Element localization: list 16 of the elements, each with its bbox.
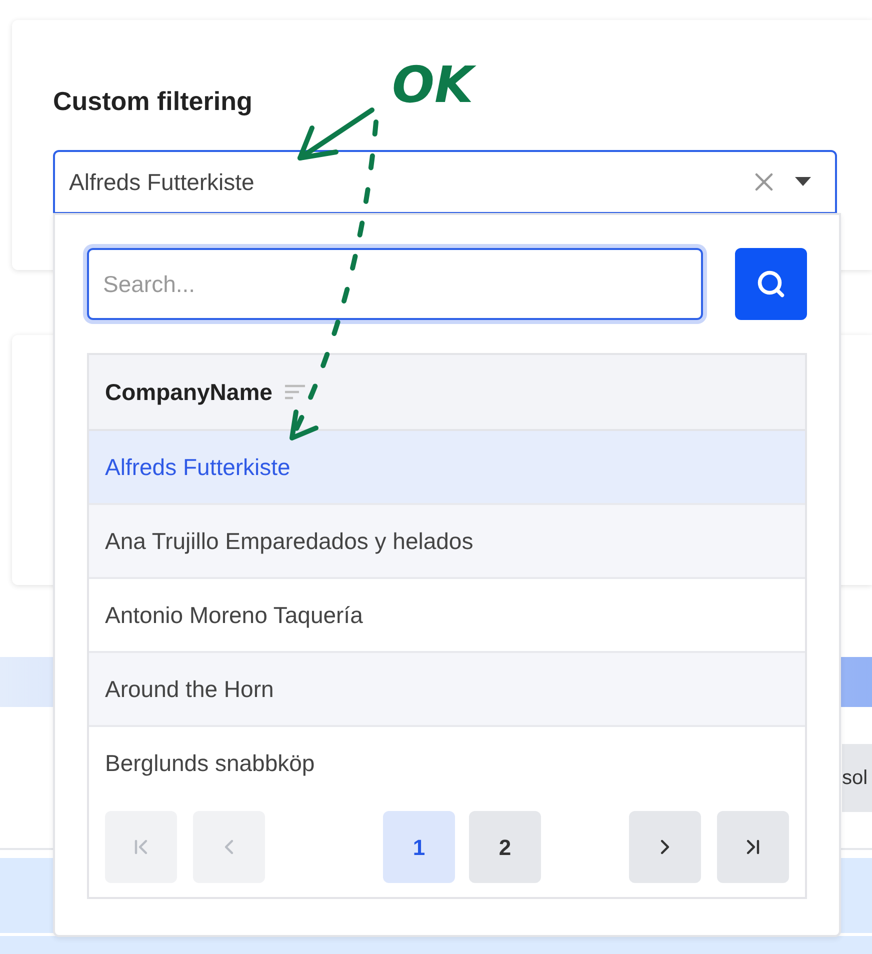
caret-icon[interactable] bbox=[795, 177, 811, 187]
company-row[interactable]: Around the Horn bbox=[89, 653, 805, 727]
page-button[interactable]: 1 bbox=[383, 811, 455, 883]
company-row[interactable]: Alfreds Futterkiste bbox=[89, 431, 805, 505]
select-value: Alfreds Futterkiste bbox=[69, 168, 256, 197]
background-button[interactable]: sol bbox=[842, 744, 872, 812]
last-page-button[interactable] bbox=[717, 811, 789, 883]
next-page-button[interactable] bbox=[629, 811, 701, 883]
search-icon bbox=[756, 269, 786, 299]
column-title: CompanyName bbox=[105, 378, 272, 407]
company-row[interactable]: Ana Trujillo Emparedados y helados bbox=[89, 505, 805, 579]
card-title: Custom filtering bbox=[53, 85, 252, 118]
page-button[interactable]: 2 bbox=[469, 811, 541, 883]
column-header[interactable]: CompanyName bbox=[89, 355, 805, 431]
search-button[interactable] bbox=[735, 248, 807, 320]
sort-icon[interactable] bbox=[284, 384, 306, 400]
